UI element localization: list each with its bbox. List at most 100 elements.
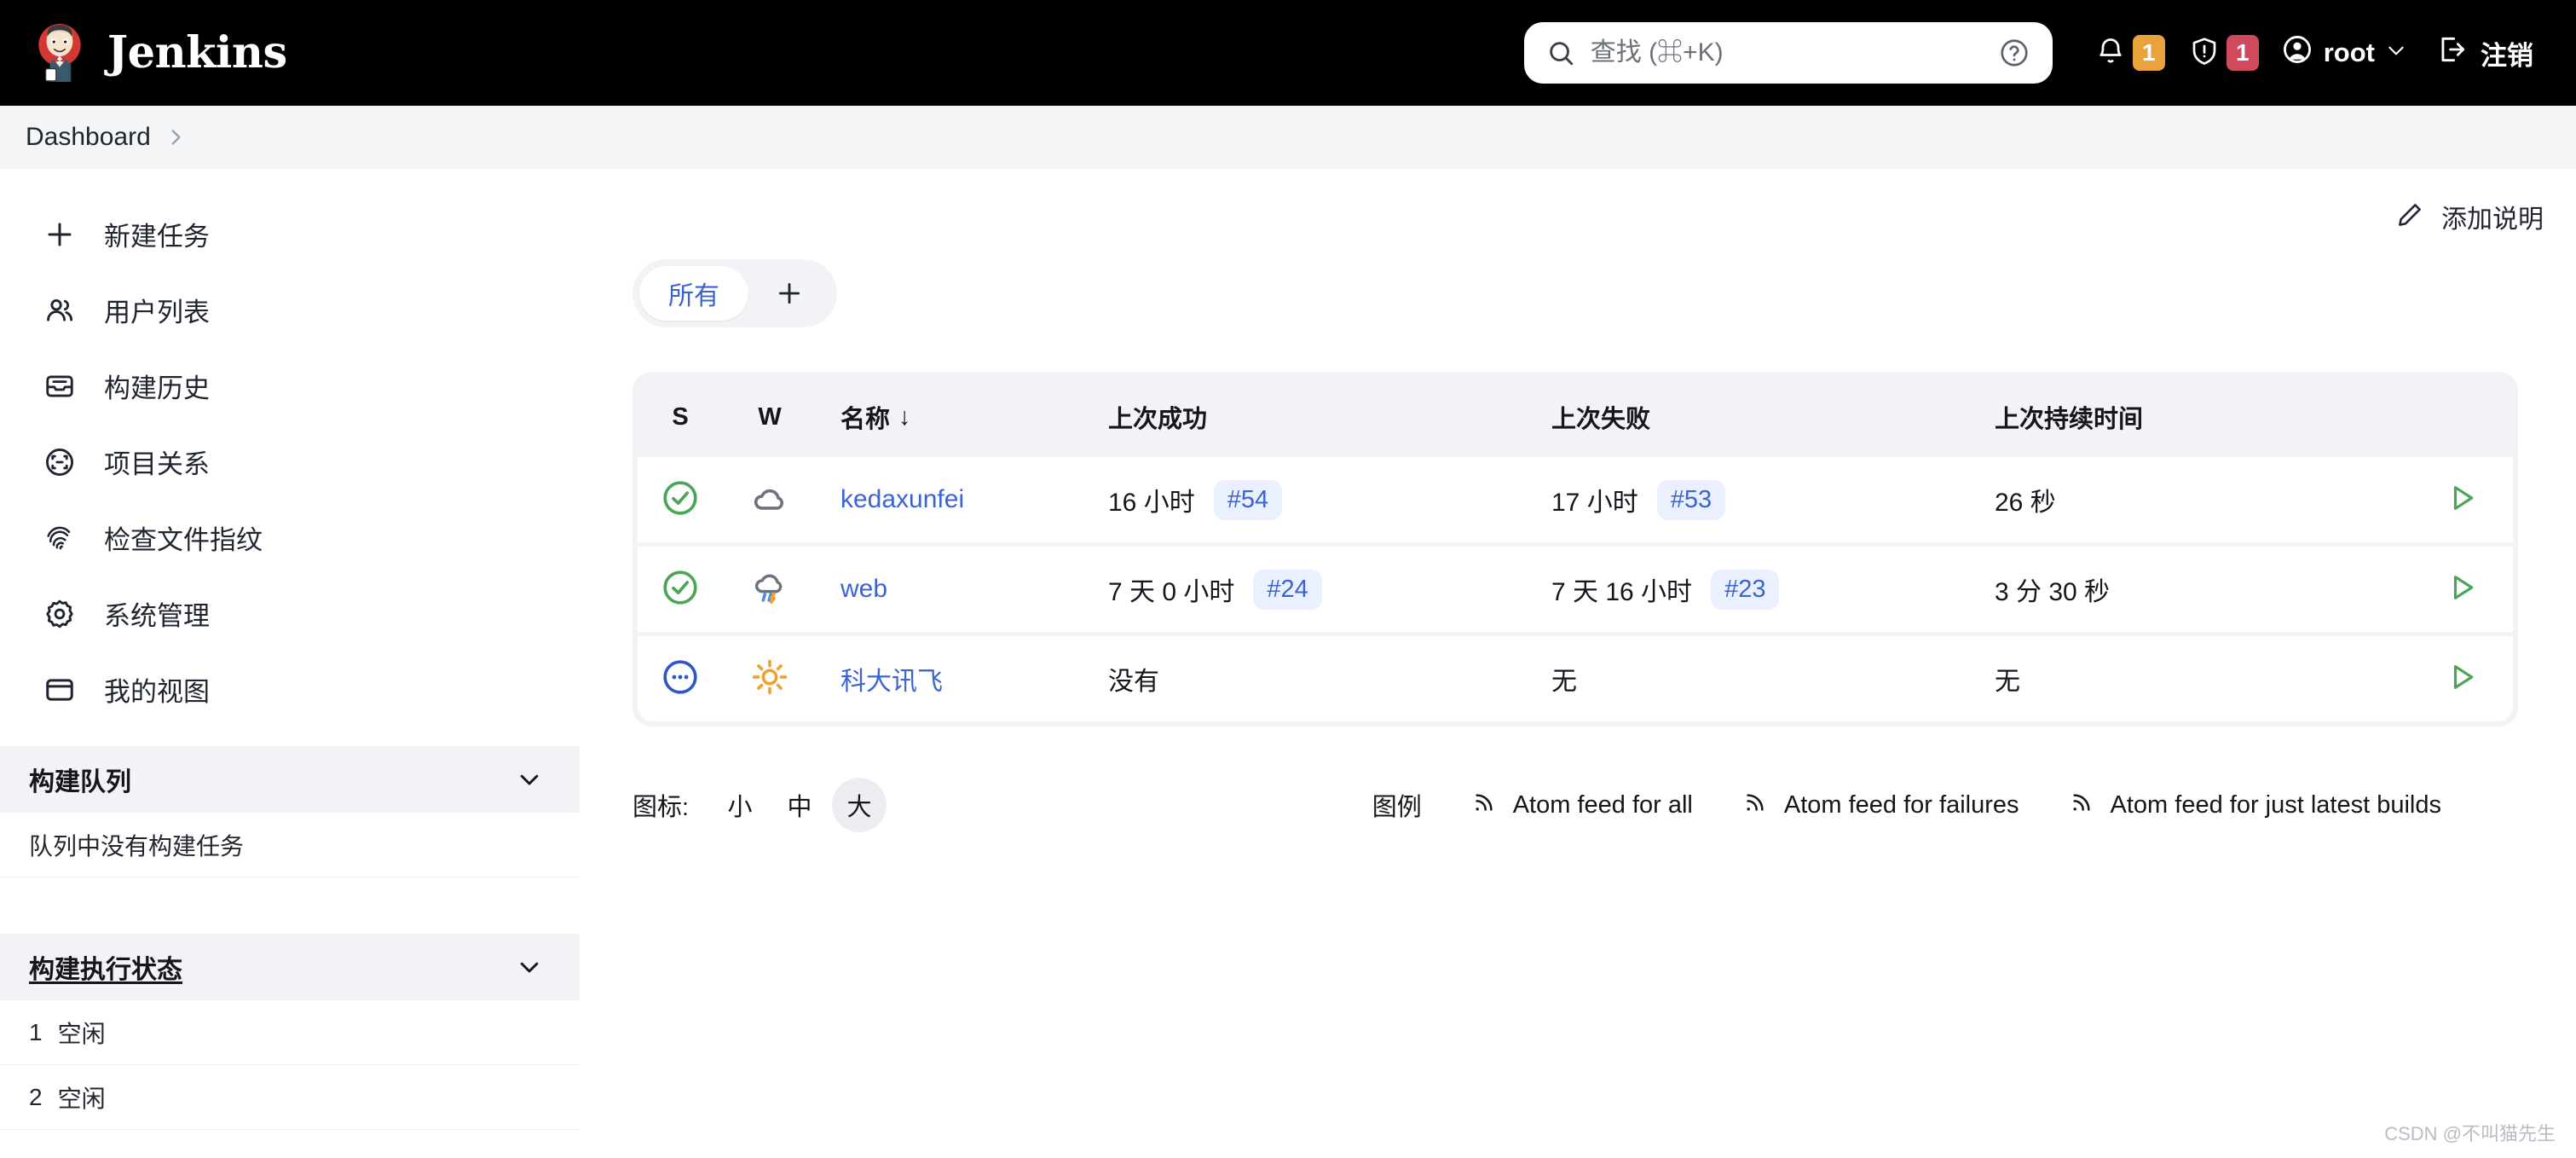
weather-cell xyxy=(723,478,817,522)
user-name-label: root xyxy=(2323,38,2375,67)
build-queue-title: 构建队列 xyxy=(29,768,131,796)
executor-row[interactable]: 2 空闲 xyxy=(0,1065,580,1130)
build-queue-empty-row: 队列中没有构建任务 xyxy=(0,813,580,877)
security-count-badge: 1 xyxy=(2226,35,2259,71)
build-queue-empty-label: 队列中没有构建任务 xyxy=(29,832,245,860)
chevron-down-icon[interactable] xyxy=(517,954,542,980)
window-icon xyxy=(41,671,78,709)
breadcrumb-item-dashboard[interactable]: Dashboard xyxy=(26,123,151,152)
icon-size-selector: 图标: 小 中 大 xyxy=(632,778,887,832)
header-actions: 1 1 root xyxy=(1523,22,2544,84)
play-icon[interactable] xyxy=(2445,660,2479,698)
table-row[interactable]: web 7 天 0 小时 #24 7 天 16 小时 #23 3 分 30 秒 xyxy=(638,547,2513,632)
job-name-cell: kedaxunfei xyxy=(817,485,1081,514)
build-executor-title[interactable]: 构建执行状态 xyxy=(29,948,182,986)
column-header-name-label: 名称 xyxy=(840,406,891,433)
icon-size-medium-button[interactable]: 中 xyxy=(772,778,827,832)
sidebar-item-label: 系统管理 xyxy=(104,601,210,631)
page-layout: 新建任务 用户列表 构建历史 项目关系 检查文件指纹 系统管理 我的视图 构建队… xyxy=(0,169,2576,1158)
atom-feed-failures-link[interactable]: Atom feed for failures xyxy=(1742,788,2019,822)
icon-size-small-button[interactable]: 小 xyxy=(713,778,767,832)
last-success-build-link[interactable]: #24 xyxy=(1253,569,1322,610)
sidebar-item-users[interactable]: 用户列表 xyxy=(0,272,580,348)
rss-icon xyxy=(2069,788,2096,822)
legend-link[interactable]: 图例 xyxy=(1372,787,1422,823)
notifications-button[interactable]: 1 xyxy=(2083,22,2177,84)
rss-icon xyxy=(1742,788,1770,822)
icon-size-large-button[interactable]: 大 xyxy=(832,778,887,832)
status-cell xyxy=(638,478,723,522)
chevron-down-icon[interactable] xyxy=(517,767,542,792)
sort-desc-icon: ↓ xyxy=(898,402,911,431)
chevron-right-icon xyxy=(165,126,187,148)
jenkins-brand[interactable]: Jenkins xyxy=(32,22,287,84)
atom-feed-all-link[interactable]: Atom feed for all xyxy=(1471,788,1693,822)
column-header-status[interactable]: S xyxy=(638,403,723,431)
last-failure-build-link[interactable]: #23 xyxy=(1711,569,1780,610)
job-name-cell: web xyxy=(817,575,1081,604)
column-header-last-success[interactable]: 上次成功 xyxy=(1081,399,1524,435)
column-header-last-failure[interactable]: 上次失败 xyxy=(1524,399,1967,435)
add-description-button[interactable]: 添加说明 xyxy=(2395,198,2544,235)
job-link[interactable]: kedaxunfei xyxy=(840,485,964,513)
run-build-cell xyxy=(2411,570,2513,609)
rss-icon xyxy=(1471,788,1499,822)
sidebar-item-project-relationship[interactable]: 项目关系 xyxy=(0,424,580,500)
last-success-build-link[interactable]: #54 xyxy=(1213,479,1283,520)
column-header-weather[interactable]: W xyxy=(723,403,817,431)
top-header-bar: Jenkins 查找 (⌘+K) 1 1 root 注销 xyxy=(0,0,2576,106)
table-row[interactable]: 科大讯飞 没有 无 无 xyxy=(638,636,2513,721)
question-circle-icon[interactable] xyxy=(1998,37,2030,69)
add-view-button[interactable] xyxy=(748,279,830,308)
status-cell xyxy=(638,657,723,701)
user-menu-button[interactable]: root xyxy=(2271,22,2417,84)
job-link[interactable]: web xyxy=(840,575,887,603)
table-row[interactable]: kedaxunfei 16 小时 #54 17 小时 #53 26 秒 xyxy=(638,457,2513,542)
column-header-last-duration[interactable]: 上次持续时间 xyxy=(1967,399,2411,435)
sidebar-item-label: 用户列表 xyxy=(104,298,210,327)
sidebar-item-my-views[interactable]: 我的视图 xyxy=(0,651,580,727)
atom-feed-latest-link[interactable]: Atom feed for just latest builds xyxy=(2069,788,2441,822)
security-warnings-button[interactable]: 1 xyxy=(2177,22,2271,84)
shield-warning-icon xyxy=(2189,36,2220,71)
weather-cell xyxy=(723,657,817,701)
add-description-label: 添加说明 xyxy=(2441,206,2544,234)
status-cell xyxy=(638,568,723,611)
people-icon xyxy=(41,292,78,329)
last-duration: 26 秒 xyxy=(1995,489,2056,517)
sidebar-item-new-job[interactable]: 新建任务 xyxy=(0,196,580,272)
last-failure-time: 17 小时 xyxy=(1551,489,1638,517)
job-link[interactable]: 科大讯飞 xyxy=(840,668,943,696)
search-input[interactable] xyxy=(1590,38,1983,67)
tab-all[interactable]: 所有 xyxy=(639,266,748,321)
play-icon[interactable] xyxy=(2445,570,2479,609)
chevron-down-icon xyxy=(2385,38,2407,68)
bell-icon xyxy=(2095,36,2126,71)
play-icon[interactable] xyxy=(2445,481,2479,519)
relationship-icon xyxy=(41,443,78,481)
executor-row[interactable]: 1 空闲 xyxy=(0,1000,580,1065)
sidebar-item-fingerprint-check[interactable]: 检查文件指纹 xyxy=(0,500,580,576)
column-header-name[interactable]: 名称 ↓ xyxy=(817,399,1081,435)
build-executor-header[interactable]: 构建执行状态 xyxy=(0,934,580,1000)
last-failure-time: 无 xyxy=(1551,668,1577,696)
atom-feed-latest-label: Atom feed for just latest builds xyxy=(2110,790,2441,819)
icon-size-label: 图标: xyxy=(632,794,690,821)
last-success-time: 16 小时 xyxy=(1108,489,1195,517)
sidebar-item-manage-jenkins[interactable]: 系统管理 xyxy=(0,576,580,651)
logout-button[interactable]: 注销 xyxy=(2417,22,2544,84)
run-build-cell xyxy=(2411,660,2513,698)
sidebar-item-build-history[interactable]: 构建历史 xyxy=(0,348,580,424)
pencil-icon xyxy=(2395,200,2424,234)
search-box[interactable] xyxy=(1523,22,2053,84)
user-circle-icon xyxy=(2281,33,2313,72)
view-tabs: 所有 xyxy=(632,259,837,327)
panel-spacer xyxy=(0,877,580,915)
sidebar: 新建任务 用户列表 构建历史 项目关系 检查文件指纹 系统管理 我的视图 构建队… xyxy=(0,169,580,1130)
gear-icon xyxy=(41,595,78,633)
last-success-cell: 没有 xyxy=(1081,660,1524,698)
inbox-icon xyxy=(41,368,78,405)
main-content: 添加说明 所有 S W 名称 ↓ 上次成功 上次失败 上次持续时间 kedaxu… xyxy=(580,169,2576,839)
last-failure-build-link[interactable]: #53 xyxy=(1656,479,1726,520)
build-queue-header[interactable]: 构建队列 xyxy=(0,746,580,813)
